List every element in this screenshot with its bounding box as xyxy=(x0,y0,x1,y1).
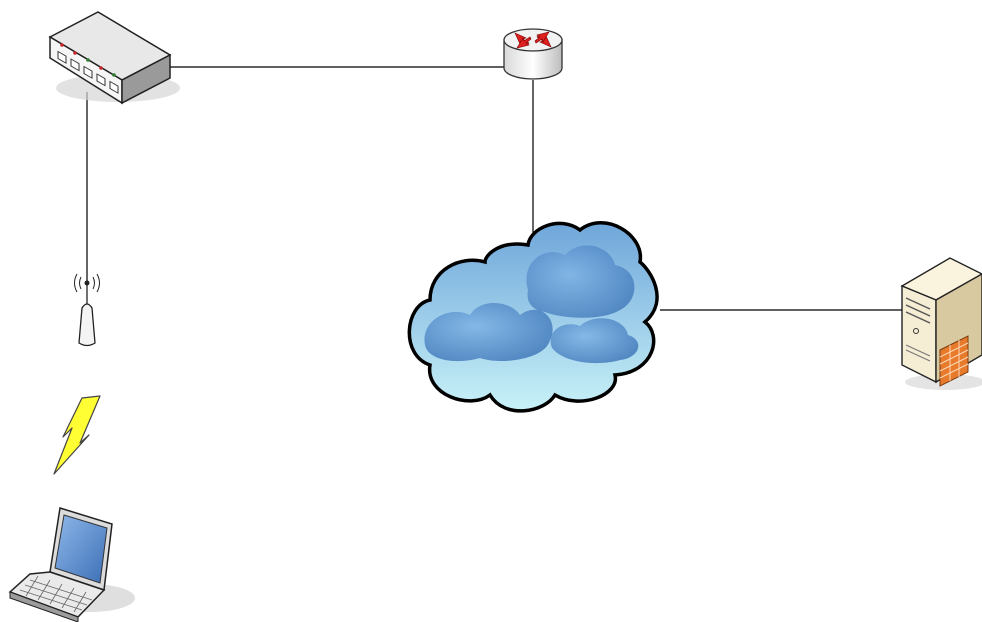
router-icon[interactable] xyxy=(503,28,563,80)
network-switch-icon[interactable] xyxy=(48,11,180,105)
lightning-bolt-icon xyxy=(53,395,101,475)
network-diagram xyxy=(8,11,982,622)
server-firewall-icon[interactable] xyxy=(900,257,982,390)
laptop-icon[interactable] xyxy=(8,507,135,622)
wireless-access-point-icon[interactable] xyxy=(74,273,100,347)
internet-cloud-icon[interactable] xyxy=(407,221,659,413)
